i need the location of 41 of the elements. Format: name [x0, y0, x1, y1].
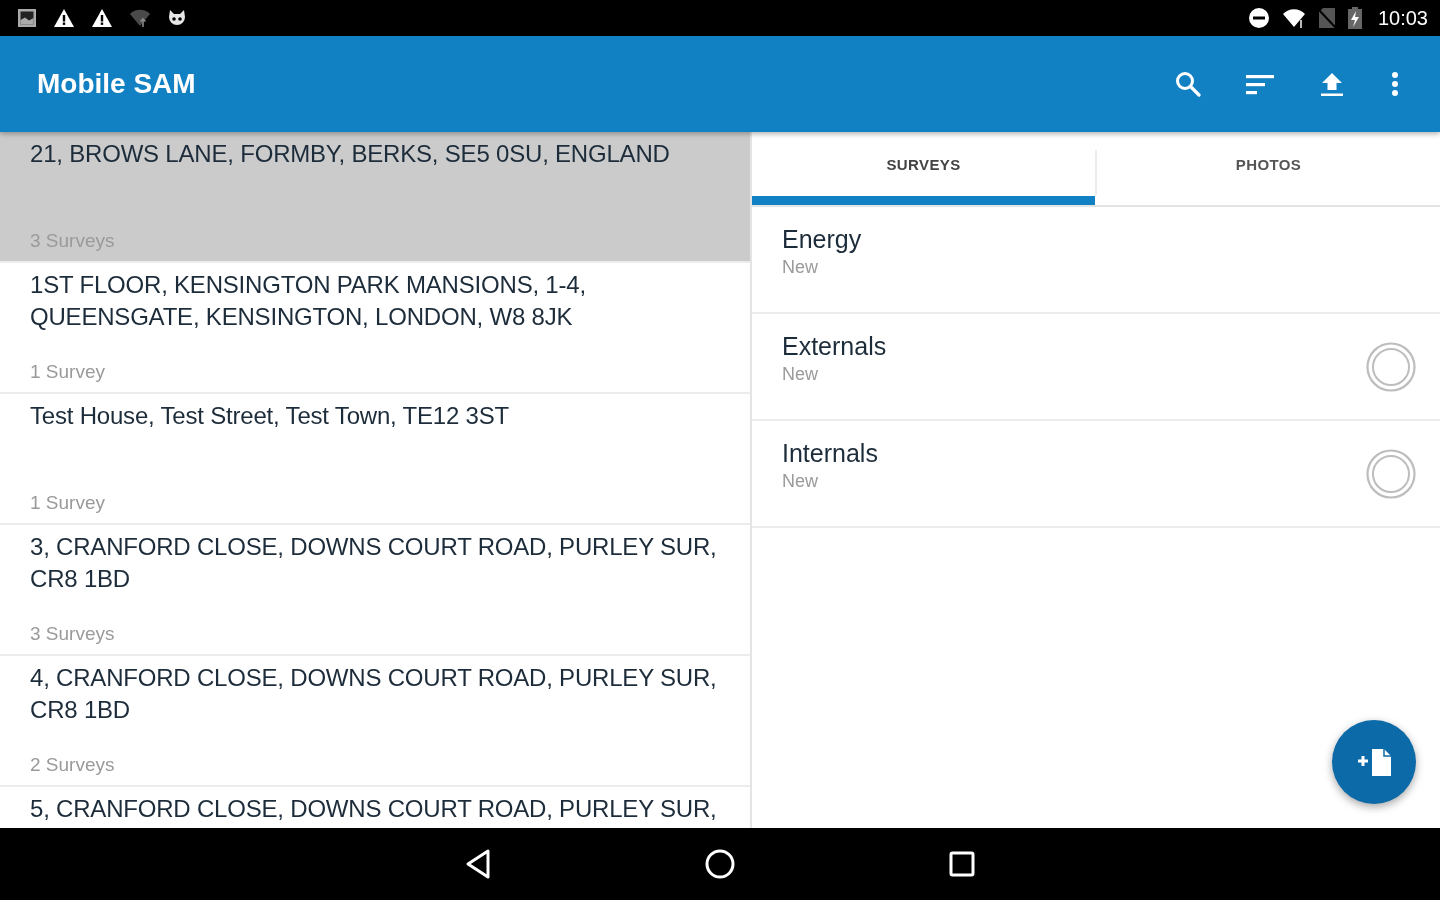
recents-icon[interactable]	[949, 851, 975, 877]
search-icon[interactable]	[1175, 71, 1201, 97]
survey-name-text: Externals	[782, 331, 888, 362]
upload-icon[interactable]	[1320, 72, 1344, 96]
survey-list-item[interactable]: Energy New	[752, 207, 1440, 314]
no-sim-icon	[1317, 7, 1336, 29]
wifi-icon	[1281, 7, 1306, 29]
survey-name-text: Energy	[782, 224, 863, 255]
add-button[interactable]	[1332, 720, 1416, 804]
address-text: 4, CRANFORD CLOSE, DOWNS COURT ROAD, PURLEY SUR, CR8 1BD	[30, 663, 718, 725]
survey-list-item[interactable]: Internals New	[752, 421, 1440, 528]
address-text: 5, CRANFORD CLOSE, DOWNS COURT ROAD, PURLEY SUR,	[30, 794, 718, 824]
survey-status-text: New	[782, 363, 819, 386]
survey-name-text: Internals	[782, 438, 879, 469]
warning-icon	[53, 8, 75, 28]
more-vertical-icon[interactable]	[1392, 72, 1398, 96]
battery-charging-icon	[1347, 7, 1362, 29]
plus-document-icon[interactable]	[1356, 747, 1392, 777]
survey-count-text: 1 Survey	[30, 491, 106, 515]
address-text: 21, BROWS LANE, FORMBY, BERKS, SE5 0SU, ENGLAND	[30, 139, 671, 169]
survey-list-item[interactable]: Externals New	[752, 314, 1440, 421]
address-text: 3, CRANFORD CLOSE, DOWNS COURT ROAD, PURLEY SUR, CR8 1BD	[30, 532, 718, 594]
address-text: 1ST FLOOR, KENSINGTON PARK MANSIONS, 1-4, QUEENSGATE, KENSINGTON, LONDON, W8 8JK	[30, 270, 587, 332]
survey-count-text: 1 Survey	[30, 360, 106, 384]
survey-count-text: 2 Surveys	[30, 753, 116, 777]
sort-icon[interactable]	[1246, 72, 1274, 96]
ring-icon	[1366, 449, 1416, 499]
survey-count-text: 3 Surveys	[30, 622, 116, 646]
cat-face-icon	[167, 8, 187, 28]
survey-status-text: New	[782, 256, 819, 279]
clock-text: 10:03	[1377, 6, 1428, 30]
image-icon	[17, 8, 37, 28]
wifi-icon	[129, 8, 151, 28]
survey-status-text: New	[782, 470, 819, 493]
home-icon[interactable]	[705, 849, 735, 879]
back-icon[interactable]	[466, 849, 490, 879]
minus-circle-icon	[1247, 7, 1270, 29]
ring-icon	[1366, 342, 1416, 392]
address-text: Test House, Test Street, Test Town, TE12 3ST	[30, 401, 510, 431]
app-title: Mobile SAM	[37, 68, 197, 100]
warning-icon	[91, 8, 113, 28]
